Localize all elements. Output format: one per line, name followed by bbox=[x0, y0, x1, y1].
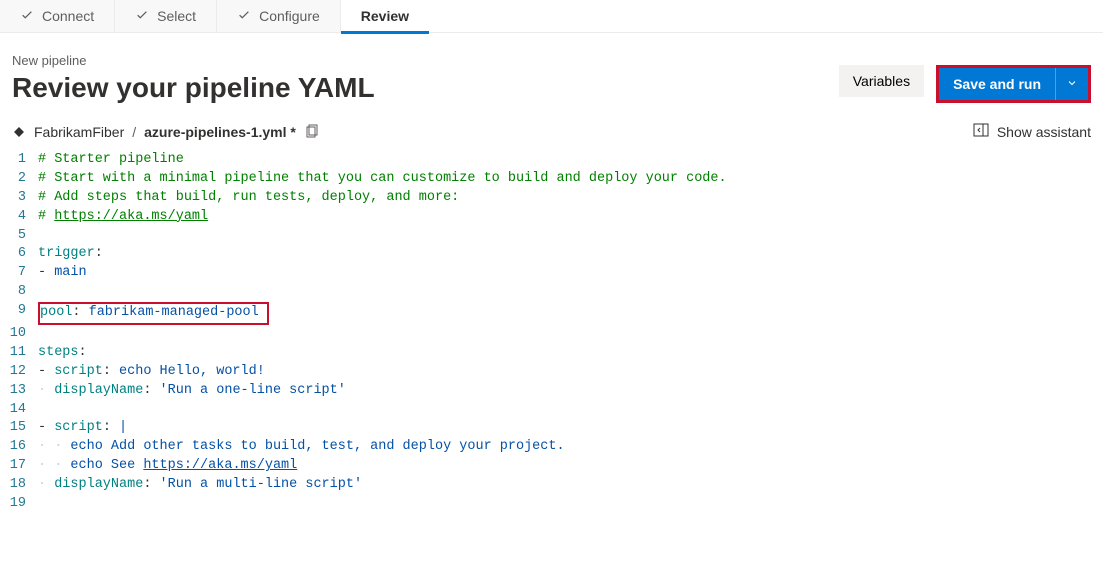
editor-line[interactable]: 12- script: echo Hello, world! bbox=[0, 363, 1103, 382]
editor-line[interactable]: 14 bbox=[0, 401, 1103, 420]
wizard-step-select[interactable]: Select bbox=[115, 0, 217, 32]
editor-line[interactable]: 7- main bbox=[0, 264, 1103, 283]
page-title: Review your pipeline YAML bbox=[12, 72, 375, 104]
editor-line[interactable]: 4# https://aka.ms/yaml bbox=[0, 208, 1103, 227]
line-code: trigger: bbox=[38, 245, 1103, 264]
file-name[interactable]: azure-pipelines-1.yml * bbox=[144, 124, 296, 140]
line-code bbox=[38, 227, 1103, 246]
editor-line[interactable]: 16· · echo Add other tasks to build, tes… bbox=[0, 438, 1103, 457]
editor-line[interactable]: 18· displayName: 'Run a multi-line scrip… bbox=[0, 476, 1103, 495]
editor-line[interactable]: 3# Add steps that build, run tests, depl… bbox=[0, 189, 1103, 208]
wizard-step-review[interactable]: Review bbox=[341, 0, 429, 32]
line-number: 9 bbox=[0, 302, 38, 325]
line-code bbox=[38, 325, 1103, 344]
file-path: FabrikamFiber / azure-pipelines-1.yml * bbox=[12, 124, 320, 140]
wizard-steps: Connect Select Configure Review bbox=[0, 0, 1103, 33]
line-code: # Start with a minimal pipeline that you… bbox=[38, 170, 1103, 189]
editor-line[interactable]: 8 bbox=[0, 283, 1103, 302]
save-run-highlight: Save and run bbox=[936, 65, 1091, 103]
line-number: 4 bbox=[0, 208, 38, 227]
line-number: 17 bbox=[0, 457, 38, 476]
wizard-step-label: Review bbox=[361, 8, 409, 24]
show-assistant-button[interactable]: Show assistant bbox=[973, 122, 1091, 141]
wizard-step-label: Connect bbox=[42, 8, 94, 24]
yaml-editor[interactable]: 1# Starter pipeline2# Start with a minim… bbox=[0, 147, 1103, 514]
line-code: · · echo Add other tasks to build, test,… bbox=[38, 438, 1103, 457]
repo-name[interactable]: FabrikamFiber bbox=[34, 124, 124, 140]
save-run-button[interactable]: Save and run bbox=[939, 68, 1055, 100]
line-code bbox=[38, 283, 1103, 302]
editor-line[interactable]: 2# Start with a minimal pipeline that yo… bbox=[0, 170, 1103, 189]
line-code: - script: | bbox=[38, 419, 1103, 438]
line-number: 2 bbox=[0, 170, 38, 189]
line-code: · displayName: 'Run a multi-line script' bbox=[38, 476, 1103, 495]
line-number: 12 bbox=[0, 363, 38, 382]
line-code: - script: echo Hello, world! bbox=[38, 363, 1103, 382]
variables-button[interactable]: Variables bbox=[839, 65, 924, 97]
copy-icon[interactable] bbox=[304, 124, 320, 140]
line-number: 7 bbox=[0, 264, 38, 283]
save-run-chevron-button[interactable] bbox=[1055, 68, 1088, 100]
line-number: 11 bbox=[0, 344, 38, 363]
wizard-step-configure[interactable]: Configure bbox=[217, 0, 341, 32]
editor-line[interactable]: 17· · echo See https://aka.ms/yaml bbox=[0, 457, 1103, 476]
line-number: 10 bbox=[0, 325, 38, 344]
repo-icon bbox=[12, 125, 26, 139]
chevron-down-icon bbox=[1066, 77, 1078, 92]
line-number: 1 bbox=[0, 151, 38, 170]
line-number: 19 bbox=[0, 495, 38, 514]
line-code bbox=[38, 495, 1103, 514]
line-code: · · echo See https://aka.ms/yaml bbox=[38, 457, 1103, 476]
line-number: 15 bbox=[0, 419, 38, 438]
line-code: # Starter pipeline bbox=[38, 151, 1103, 170]
check-icon bbox=[135, 9, 149, 23]
show-assistant-label: Show assistant bbox=[997, 124, 1091, 140]
editor-line[interactable]: 15- script: | bbox=[0, 419, 1103, 438]
wizard-step-label: Select bbox=[157, 8, 196, 24]
line-code: # https://aka.ms/yaml bbox=[38, 208, 1103, 227]
sub-bar: FabrikamFiber / azure-pipelines-1.yml * … bbox=[0, 104, 1103, 147]
line-code: · displayName: 'Run a one-line script' bbox=[38, 382, 1103, 401]
line-number: 3 bbox=[0, 189, 38, 208]
breadcrumb: New pipeline bbox=[12, 53, 375, 68]
check-icon bbox=[237, 9, 251, 23]
line-code: # Add steps that build, run tests, deplo… bbox=[38, 189, 1103, 208]
path-separator: / bbox=[132, 124, 136, 140]
line-number: 5 bbox=[0, 227, 38, 246]
editor-line[interactable]: 13· displayName: 'Run a one-line script' bbox=[0, 382, 1103, 401]
page-header: New pipeline Review your pipeline YAML V… bbox=[0, 33, 1103, 104]
editor-line[interactable]: 9pool: fabrikam-managed-pool bbox=[0, 302, 1103, 325]
editor-line[interactable]: 10 bbox=[0, 325, 1103, 344]
line-code: - main bbox=[38, 264, 1103, 283]
line-number: 6 bbox=[0, 245, 38, 264]
editor-line[interactable]: 5 bbox=[0, 227, 1103, 246]
line-code: pool: fabrikam-managed-pool bbox=[38, 302, 1103, 325]
line-number: 14 bbox=[0, 401, 38, 420]
editor-line[interactable]: 1# Starter pipeline bbox=[0, 151, 1103, 170]
line-number: 16 bbox=[0, 438, 38, 457]
line-code: steps: bbox=[38, 344, 1103, 363]
editor-line[interactable]: 19 bbox=[0, 495, 1103, 514]
line-code bbox=[38, 401, 1103, 420]
editor-line[interactable]: 11steps: bbox=[0, 344, 1103, 363]
wizard-step-connect[interactable]: Connect bbox=[0, 0, 115, 32]
panel-icon bbox=[973, 122, 989, 141]
line-number: 8 bbox=[0, 283, 38, 302]
line-number: 13 bbox=[0, 382, 38, 401]
editor-line[interactable]: 6trigger: bbox=[0, 245, 1103, 264]
line-number: 18 bbox=[0, 476, 38, 495]
check-icon bbox=[20, 9, 34, 23]
wizard-step-label: Configure bbox=[259, 8, 320, 24]
